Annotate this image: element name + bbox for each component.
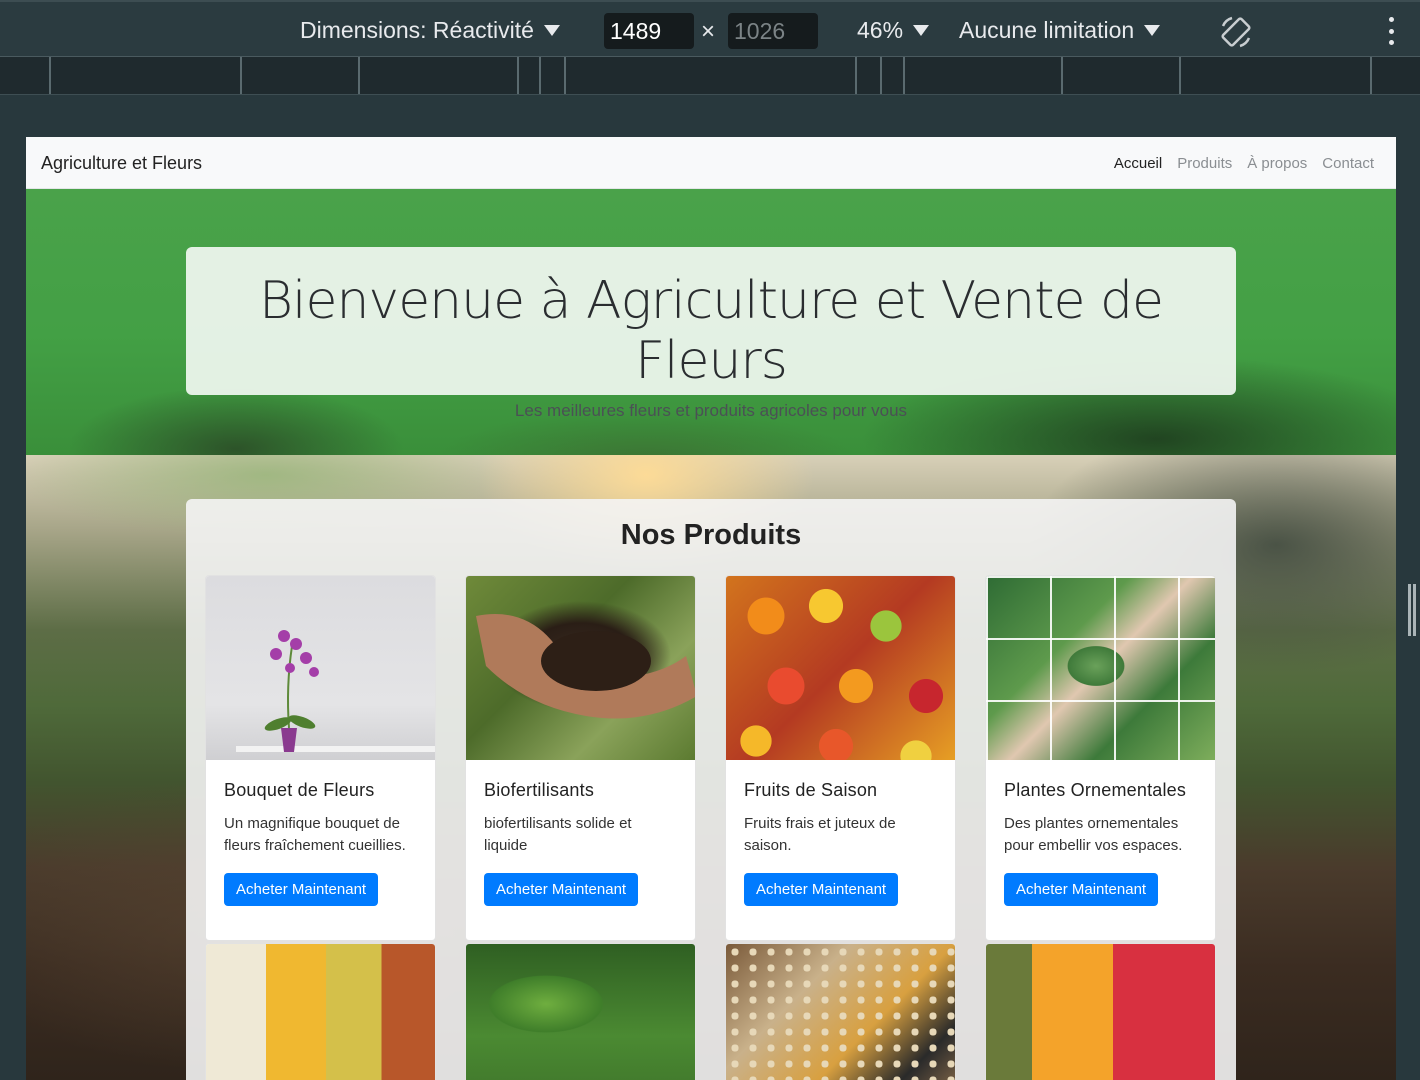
site-brand[interactable]: Agriculture et Fleurs [41, 137, 202, 189]
product-name: Plantes Ornementales [1004, 780, 1187, 800]
dimensions-label: Dimensions: Réactivité [300, 17, 534, 43]
chevron-down-icon [1144, 25, 1161, 36]
product-card: Biofertilisants biofertilisants solide e… [465, 575, 696, 941]
buy-now-button[interactable]: Acheter Maintenant [1004, 873, 1159, 906]
buy-now-button[interactable]: Acheter Maintenant [224, 873, 379, 906]
nav-link-produits[interactable]: Produits [1177, 155, 1232, 172]
nav-links: Accueil Produits À propos Contact [1114, 137, 1374, 189]
fruits-image [726, 576, 955, 760]
orchid-image [206, 576, 435, 760]
buy-now-button[interactable]: Acheter Maintenant [744, 873, 899, 906]
product-card [725, 943, 956, 1080]
times-symbol: × [701, 18, 716, 45]
products-section: Nos Produits Bouquet de Fleurs Un magnif… [186, 499, 1236, 1080]
device-toolbar: Dimensions: Réactivité 1489 × 1026 46% A… [0, 0, 1420, 57]
throttling-dropdown[interactable]: Aucune limitation [959, 2, 1161, 59]
throttling-label: Aucune limitation [959, 17, 1135, 43]
product-name: Bouquet de Fleurs [224, 780, 375, 800]
hero-title: Bienvenue à Agriculture et Vente de Fleu… [258, 271, 1164, 391]
product-description: Un magnifique bouquet de fleurs fraîchem… [224, 815, 406, 854]
buy-now-button[interactable]: Acheter Maintenant [484, 873, 639, 906]
product-card: Fruits de Saison Fruits frais et juteux … [725, 575, 956, 941]
hero-section: Bienvenue à Agriculture et Vente de Fleu… [26, 189, 1396, 455]
zoom-label: 46% [857, 17, 904, 43]
product-name: Fruits de Saison [744, 780, 878, 800]
juice-jars-image [206, 944, 435, 1080]
nav-link-a-propos[interactable]: À propos [1247, 155, 1307, 172]
rotate-icon[interactable] [1218, 14, 1254, 50]
media-query-ruler [0, 57, 1420, 95]
chevron-down-icon [543, 25, 560, 36]
dimensions-dropdown[interactable]: Dimensions: Réactivité [300, 2, 560, 59]
nav-link-accueil[interactable]: Accueil [1114, 155, 1162, 172]
chevron-down-icon [913, 25, 930, 36]
product-description: biofertilisants solide et liquide [484, 815, 632, 854]
product-card [465, 943, 696, 1080]
page-viewport: Agriculture et Fleurs Accueil Produits À… [26, 137, 1396, 1080]
resize-handle[interactable] [1408, 584, 1416, 636]
kebab-menu-icon[interactable] [1386, 17, 1396, 45]
width-input[interactable]: 1489 [604, 13, 694, 49]
product-card [985, 943, 1216, 1080]
grains-image [726, 944, 955, 1080]
product-card [205, 943, 436, 1080]
product-card: Bouquet de Fleurs Un magnifique bouquet … [205, 575, 436, 941]
nav-link-contact[interactable]: Contact [1322, 155, 1374, 172]
hero-box: Bienvenue à Agriculture et Vente de Fleu… [186, 247, 1236, 420]
products-title: Nos Produits [620, 519, 802, 551]
zoom-dropdown[interactable]: 46% [857, 2, 930, 59]
juice-glasses-image [986, 944, 1215, 1080]
product-description: Fruits frais et juteux de saison. [744, 815, 896, 854]
height-input[interactable]: 1026 [728, 13, 818, 49]
hero-subtitle: Les meilleures fleurs et produits agrico… [514, 401, 908, 420]
plants-image [986, 576, 1215, 760]
product-name: Biofertilisants [484, 780, 595, 800]
soil-hands-image [466, 576, 695, 760]
site-navbar: Agriculture et Fleurs Accueil Produits À… [26, 137, 1396, 189]
product-card: Plantes Ornementales Des plantes ornemen… [985, 575, 1216, 941]
herbs-image [466, 944, 695, 1080]
product-description: Des plantes ornementales pour embellir v… [1004, 815, 1183, 854]
